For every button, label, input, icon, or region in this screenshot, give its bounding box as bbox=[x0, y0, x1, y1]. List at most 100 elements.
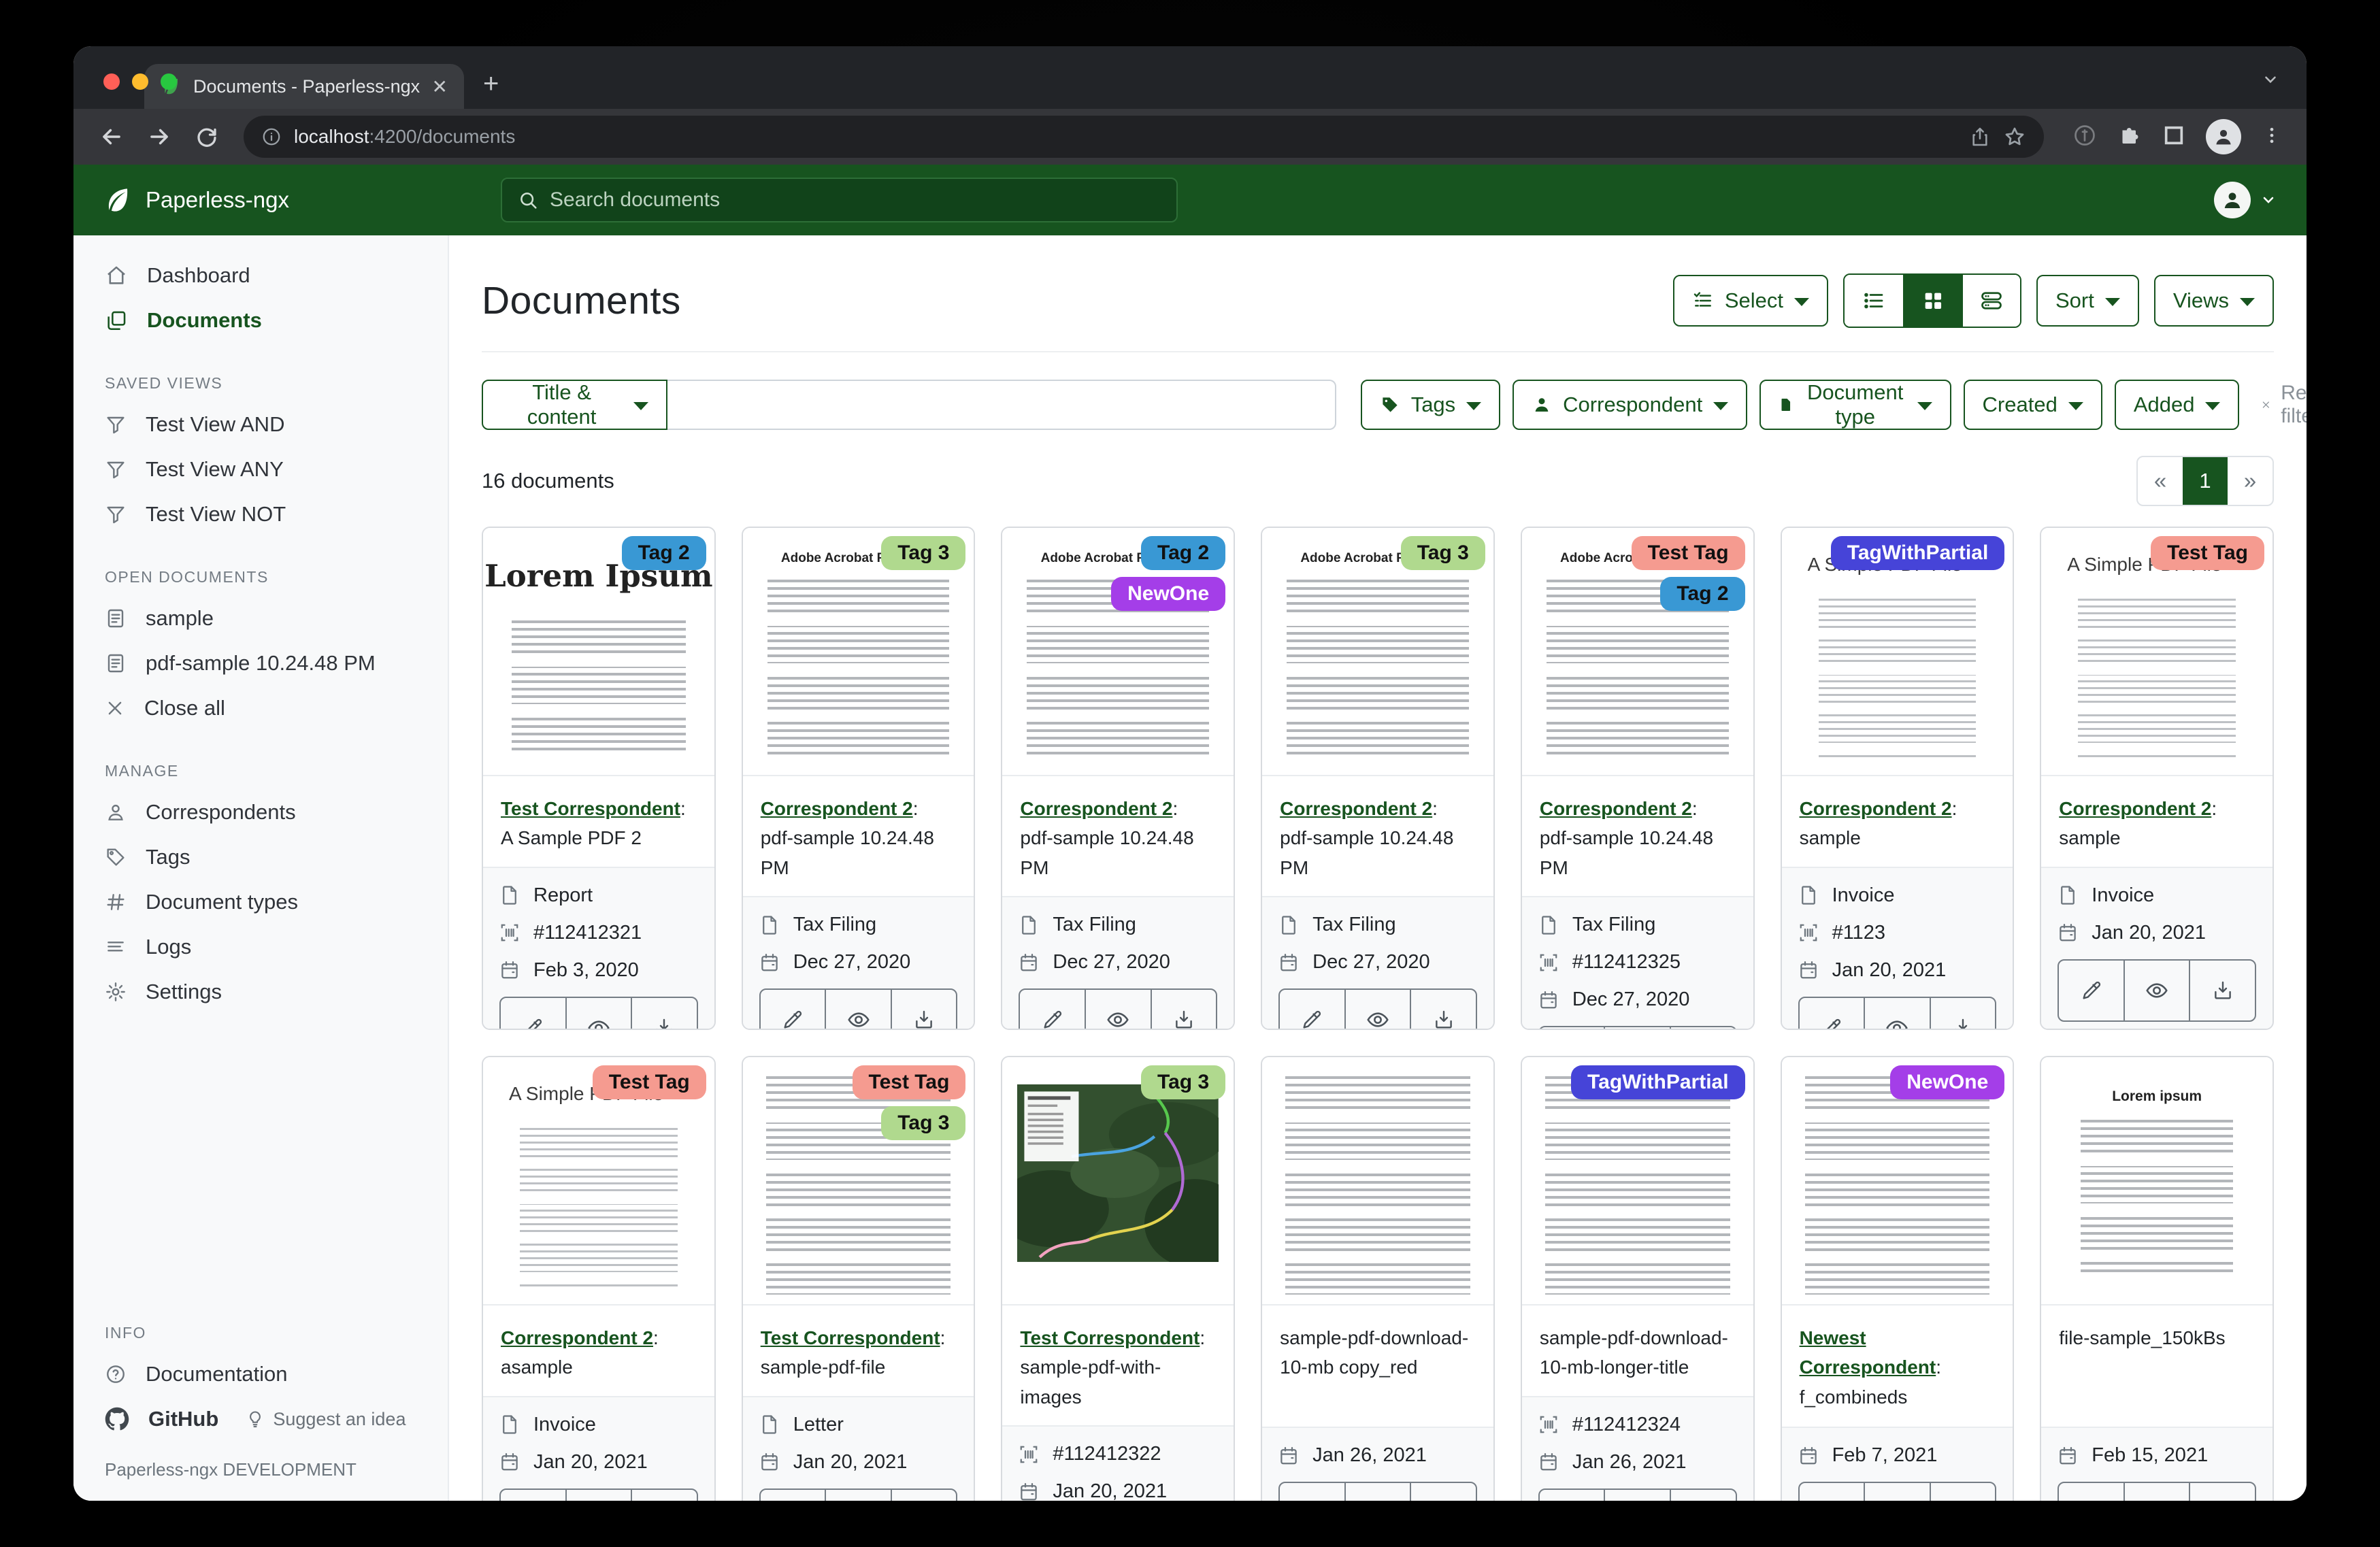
correspondent-link[interactable]: Test Correspondent bbox=[501, 798, 680, 819]
sort-dropdown-button[interactable]: Sort bbox=[2036, 275, 2139, 327]
view-button[interactable] bbox=[825, 990, 891, 1030]
macos-zoom-button[interactable] bbox=[161, 73, 177, 90]
list-view-button[interactable] bbox=[1845, 275, 1903, 327]
address-bar[interactable]: localhost:4200/documents bbox=[244, 116, 2044, 158]
extension-badge-icon[interactable] bbox=[2072, 123, 2097, 151]
forward-button[interactable] bbox=[139, 116, 180, 157]
tag-badge[interactable]: Test Tag bbox=[593, 1065, 706, 1099]
view-button[interactable] bbox=[565, 998, 631, 1030]
download-button[interactable] bbox=[1930, 1483, 1996, 1501]
tag-badge[interactable]: Test Tag bbox=[1632, 536, 1745, 570]
global-search[interactable] bbox=[501, 178, 1178, 222]
filter-added-dropdown[interactable]: Added bbox=[2115, 380, 2240, 430]
sidebar-item-saved-view-not[interactable]: Test View NOT bbox=[73, 492, 448, 537]
correspondent-link[interactable]: Test Correspondent bbox=[1020, 1327, 1200, 1348]
document-thumbnail[interactable] bbox=[1262, 1057, 1493, 1305]
correspondent-link[interactable]: Correspondent 2 bbox=[761, 798, 913, 819]
tag-badge[interactable]: Tag 2 bbox=[622, 536, 706, 570]
sidebar-item-documentation[interactable]: Documentation bbox=[73, 1352, 448, 1397]
sidebar-item-documents[interactable]: Documents bbox=[73, 298, 448, 343]
browser-menu-kebab-icon[interactable] bbox=[2262, 125, 2282, 149]
document-card[interactable]: TagWithPartial sample-pdf-download-10-mb… bbox=[1521, 1056, 1755, 1501]
document-card[interactable]: Test TagTag 2 Adobe Acrobat PDF Files Co… bbox=[1521, 527, 1755, 1030]
download-button[interactable] bbox=[631, 998, 697, 1030]
edit-button[interactable] bbox=[1800, 998, 1864, 1030]
filter-correspondent-dropdown[interactable]: Correspondent bbox=[1513, 380, 1747, 430]
view-button[interactable] bbox=[1085, 990, 1151, 1030]
sidebar-item-github[interactable]: GitHub bbox=[73, 1397, 218, 1442]
pagination-next-button[interactable]: » bbox=[2228, 457, 2272, 505]
view-button[interactable] bbox=[1344, 990, 1410, 1030]
download-button[interactable] bbox=[631, 1490, 697, 1501]
document-card[interactable]: Tag 2 Lorem Ipsum Test Correspondent: A … bbox=[482, 527, 716, 1030]
correspondent-link[interactable]: Correspondent 2 bbox=[1540, 798, 1692, 819]
view-button[interactable] bbox=[2123, 1483, 2189, 1501]
user-menu[interactable] bbox=[2214, 182, 2277, 218]
tag-badge[interactable]: Tag 2 bbox=[1660, 577, 1745, 611]
download-button[interactable] bbox=[1410, 990, 1476, 1030]
correspondent-link[interactable]: Test Correspondent bbox=[761, 1327, 940, 1348]
view-button[interactable] bbox=[2123, 961, 2189, 1020]
view-button[interactable] bbox=[1864, 998, 1930, 1030]
tag-badge[interactable]: Tag 3 bbox=[881, 1106, 965, 1140]
edit-button[interactable] bbox=[1280, 990, 1344, 1030]
correspondent-link[interactable]: Correspondent 2 bbox=[1020, 798, 1172, 819]
tab-close-icon[interactable]: ✕ bbox=[432, 76, 448, 98]
sidebar-close-all[interactable]: Close all bbox=[73, 686, 448, 731]
download-button[interactable] bbox=[1670, 1027, 1736, 1030]
edit-button[interactable] bbox=[2059, 961, 2123, 1020]
document-card[interactable]: Tag 2NewOne Adobe Acrobat PDF Files Corr… bbox=[1001, 527, 1235, 1030]
download-button[interactable] bbox=[1410, 1483, 1476, 1501]
download-button[interactable] bbox=[1930, 998, 1996, 1030]
tag-badge[interactable]: Tag 3 bbox=[1401, 536, 1485, 570]
macos-close-button[interactable] bbox=[103, 73, 120, 90]
tag-badge[interactable]: TagWithPartial bbox=[1571, 1065, 1745, 1099]
select-dropdown-button[interactable]: Select bbox=[1673, 275, 1828, 327]
sidebar-item-logs[interactable]: Logs bbox=[73, 925, 448, 969]
tab-groups-icon[interactable] bbox=[2162, 124, 2185, 150]
suggest-idea-link[interactable]: Suggest an idea bbox=[273, 1409, 406, 1430]
view-button[interactable] bbox=[1344, 1483, 1410, 1501]
bookmark-star-icon[interactable] bbox=[2003, 125, 2026, 148]
correspondent-link[interactable]: Newest Correspondent bbox=[1800, 1327, 1936, 1378]
extensions-puzzle-icon[interactable] bbox=[2117, 123, 2142, 151]
reload-button[interactable] bbox=[186, 116, 227, 157]
document-thumbnail[interactable]: Lorem ipsum bbox=[2041, 1057, 2272, 1305]
filter-created-dropdown[interactable]: Created bbox=[1964, 380, 2102, 430]
correspondent-link[interactable]: Correspondent 2 bbox=[1800, 798, 1952, 819]
edit-button[interactable] bbox=[1280, 1483, 1344, 1501]
tag-badge[interactable]: Test Tag bbox=[853, 1065, 966, 1099]
download-button[interactable] bbox=[891, 1490, 957, 1501]
edit-button[interactable] bbox=[501, 998, 565, 1030]
document-card[interactable]: NewOne Newest Correspondent: f_combineds… bbox=[1781, 1056, 2015, 1501]
view-button[interactable] bbox=[1864, 1483, 1930, 1501]
tag-badge[interactable]: TagWithPartial bbox=[1831, 536, 2005, 570]
correspondent-link[interactable]: Correspondent 2 bbox=[2059, 798, 2211, 819]
document-card[interactable]: sample-pdf-download-10-mb copy_red Jan 2… bbox=[1261, 1056, 1495, 1501]
sidebar-item-correspondents[interactable]: Correspondents bbox=[73, 790, 448, 835]
tab-search-chevron-icon[interactable] bbox=[2262, 71, 2279, 92]
back-button[interactable] bbox=[91, 116, 132, 157]
browser-tab[interactable]: Documents - Paperless-ngx ✕ bbox=[144, 64, 464, 109]
download-button[interactable] bbox=[891, 990, 957, 1030]
document-card[interactable]: Lorem ipsum file-sample_150kBs Feb 15, 2… bbox=[2040, 1056, 2274, 1501]
tag-badge[interactable]: Tag 3 bbox=[1141, 1065, 1225, 1099]
pagination-prev-button[interactable]: « bbox=[2138, 457, 2183, 505]
sidebar-open-doc-sample[interactable]: sample bbox=[73, 596, 448, 641]
site-info-icon[interactable] bbox=[261, 127, 282, 147]
document-card[interactable]: Tag 3 Test Correspondent: sample-pdf-wit… bbox=[1001, 1056, 1235, 1501]
pagination-page-1[interactable]: 1 bbox=[2183, 457, 2228, 505]
tag-badge[interactable]: NewOne bbox=[1111, 577, 1225, 611]
macos-minimize-button[interactable] bbox=[132, 73, 148, 90]
detail-view-button[interactable] bbox=[1962, 275, 2020, 327]
sidebar-item-dashboard[interactable]: Dashboard bbox=[73, 253, 448, 298]
tag-badge[interactable]: NewOne bbox=[1890, 1065, 2004, 1099]
document-card[interactable]: Test Tag A Simple PDF File Correspondent… bbox=[482, 1056, 716, 1501]
share-icon[interactable] bbox=[1969, 126, 1991, 148]
views-dropdown-button[interactable]: Views bbox=[2154, 275, 2274, 327]
suggest-idea[interactable]: Suggest an idea bbox=[246, 1409, 406, 1430]
document-card[interactable]: TagWithPartial A Simple PDF File Corresp… bbox=[1781, 527, 2015, 1030]
view-button[interactable] bbox=[565, 1490, 631, 1501]
document-card[interactable]: Test TagTag 3 Test Correspondent: sample… bbox=[742, 1056, 976, 1501]
tag-badge[interactable]: Tag 3 bbox=[881, 536, 965, 570]
